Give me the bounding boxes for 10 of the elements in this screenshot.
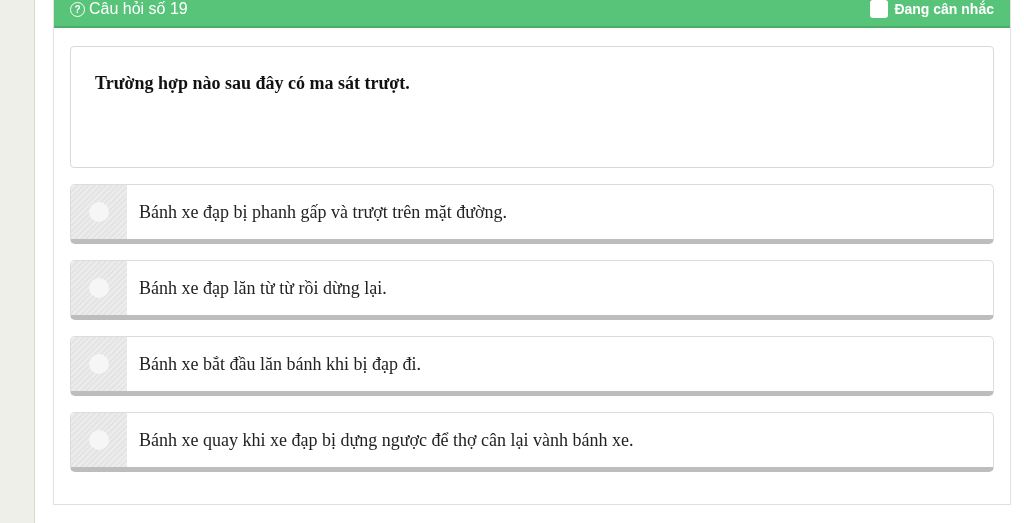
answer-text: Bánh xe bắt đầu lăn bánh khi bị đạp đi. xyxy=(138,353,421,375)
answer-text: Bánh xe đạp lăn từ từ rồi dừng lại. xyxy=(138,277,387,299)
answer-text: Bánh xe đạp bị phanh gấp và trượt trên mặt đường. xyxy=(138,201,507,223)
answer-option[interactable]: Bánh xe quay khi xe đạp bị dựng ngược để thợ cân lại vành bánh xe. xyxy=(70,412,994,472)
answer-option[interactable]: Bánh xe đạp lăn từ từ rồi dừng lại. xyxy=(70,260,994,320)
answer-text: Bánh xe quay khi xe đạp bị dựng ngược để thợ cân lại vành bánh xe. xyxy=(138,429,634,451)
answer-option[interactable]: Bánh xe bắt đầu lăn bánh khi bị đạp đi. xyxy=(70,336,994,396)
question-number: Câu hỏi số 19 xyxy=(89,0,188,18)
answer-option[interactable]: Bánh xe đạp bị phanh gấp và trượt trên mặt đường. xyxy=(70,184,994,244)
question-text: Trường hợp nào sau đây có ma sát trượt. xyxy=(95,73,410,93)
